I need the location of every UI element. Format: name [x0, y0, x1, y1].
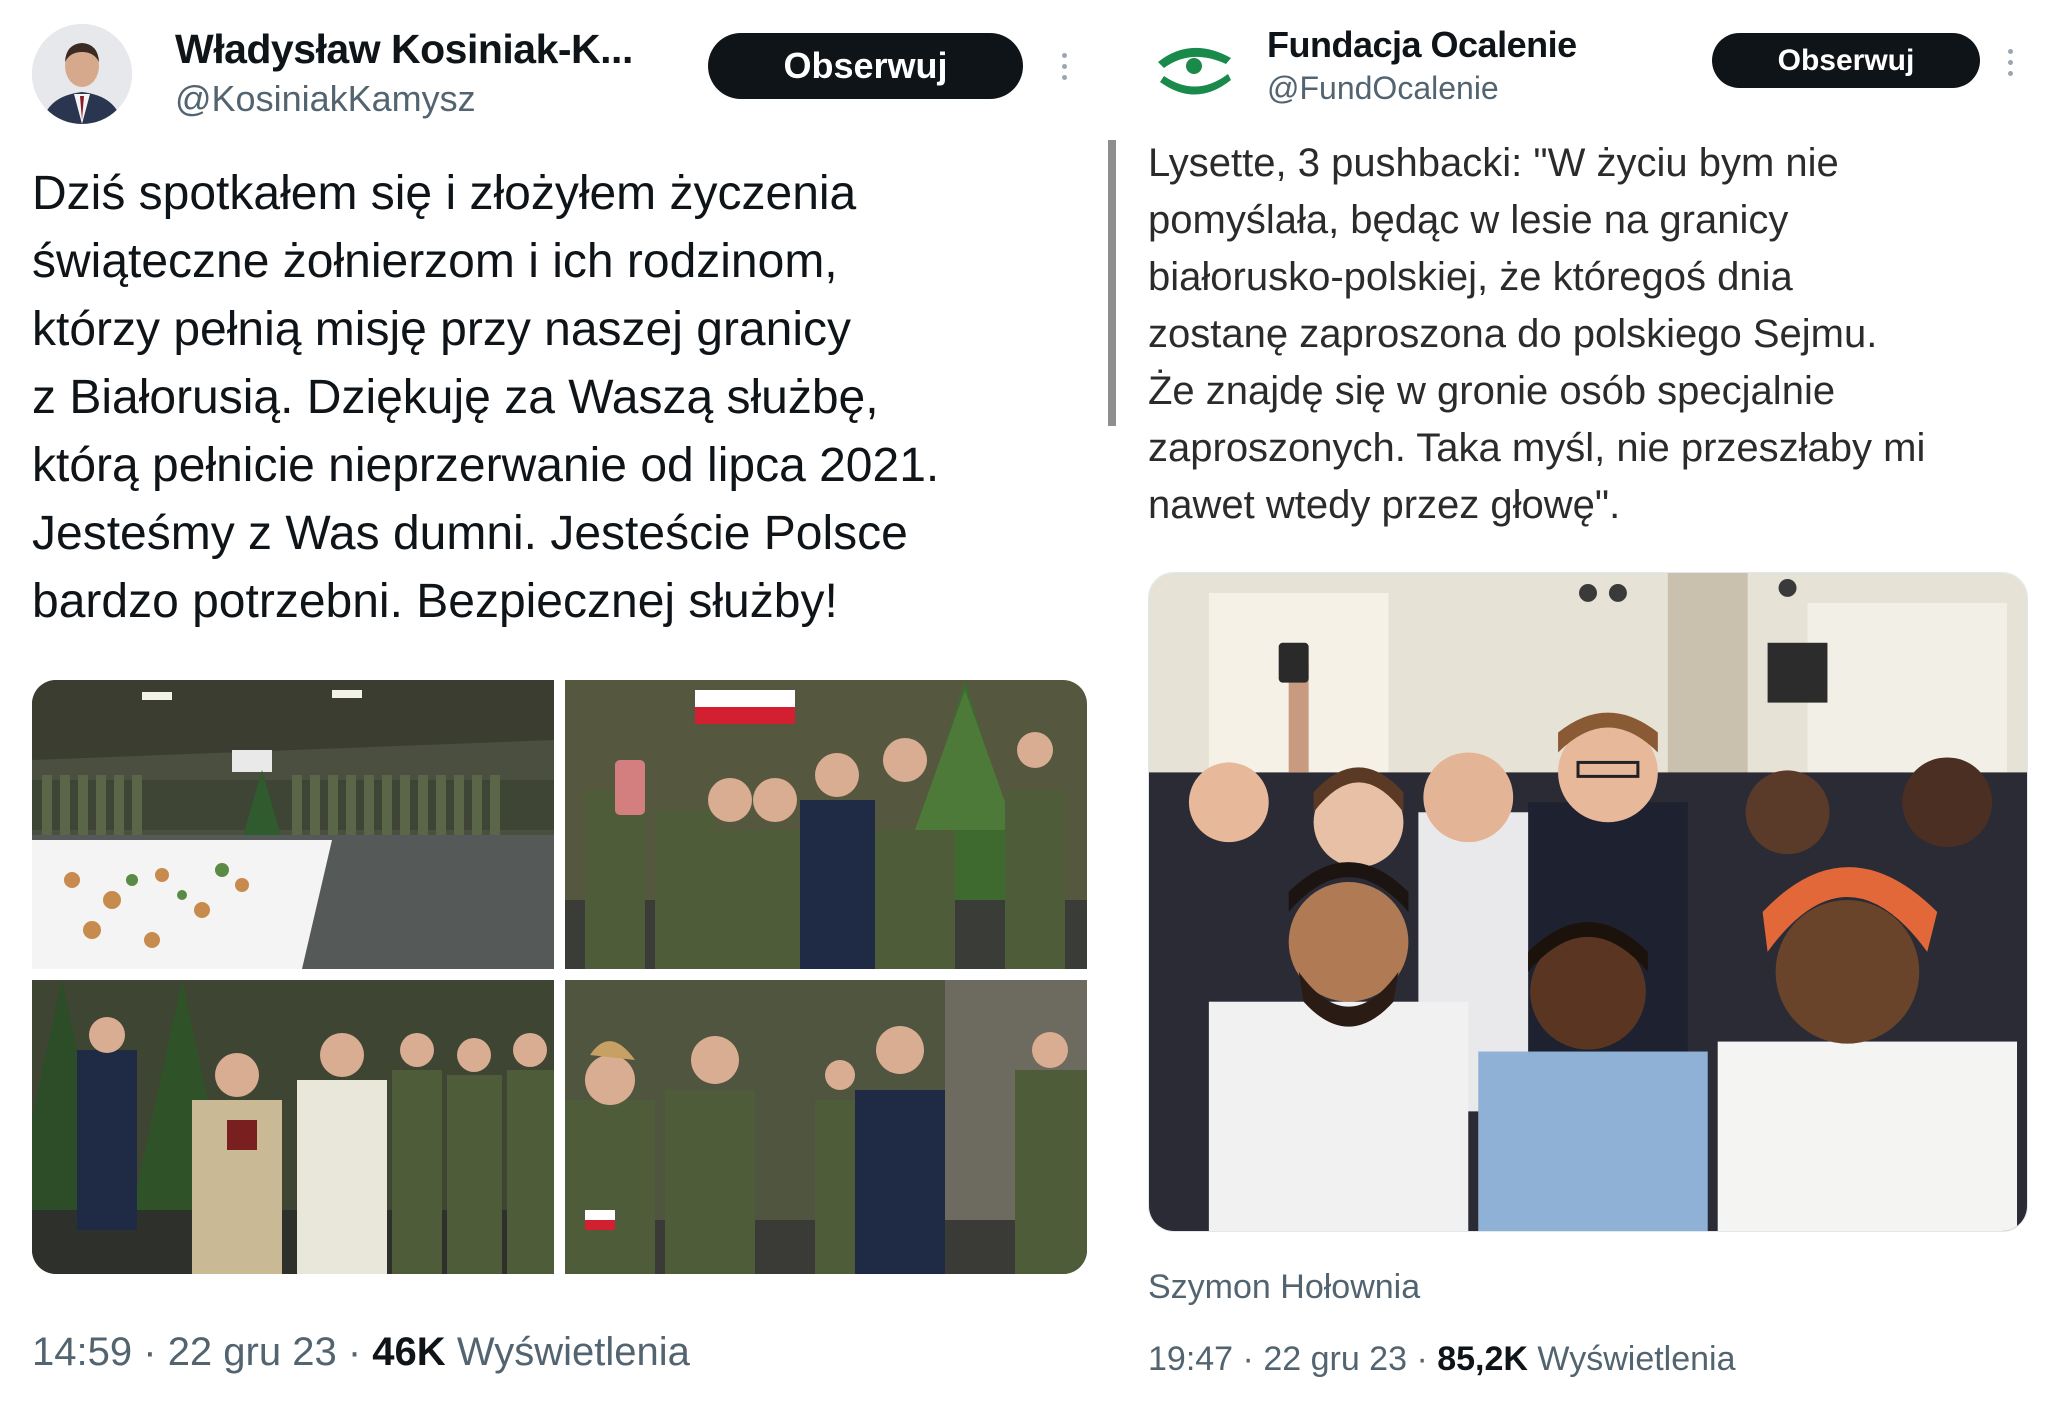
more-vertical-icon[interactable]	[2008, 46, 2013, 79]
author-name[interactable]: Fundacja Ocalenie	[1267, 24, 1577, 66]
photo-banquet-hall[interactable]	[32, 680, 554, 969]
photo-sejm-group[interactable]	[1148, 572, 2028, 1232]
views-label: Wyświetlenia	[456, 1330, 690, 1374]
views-count: 46K	[372, 1330, 446, 1374]
photo-grid[interactable]	[32, 680, 1087, 1274]
tweet-text: Dziś spotkałem się i złożyłem życzenia ś…	[32, 167, 940, 628]
photo-religious-ceremony[interactable]	[32, 980, 554, 1274]
tweet-text: Lysette, 3 pushbacki: "W życiu bym nie p…	[1148, 141, 1926, 527]
more-vertical-icon[interactable]	[1062, 50, 1067, 83]
tweet-time[interactable]: 14:59	[32, 1330, 132, 1374]
tweet-time[interactable]: 19:47	[1148, 1340, 1233, 1378]
tweet-meta: 14:59 · 22 gru 23 · 46K Wyświetlenia	[32, 1330, 690, 1375]
meta-separator: ·	[347, 1330, 362, 1374]
tweet-kosiniak[interactable]: Władysław Kosiniak-K... @KosiniakKamysz …	[0, 0, 1100, 1404]
avatar[interactable]	[32, 24, 132, 124]
author-handle[interactable]: @FundOcalenie	[1267, 70, 1499, 107]
meta-separator: ·	[1242, 1340, 1254, 1378]
tweet-date[interactable]: 22 gru 23	[1263, 1340, 1407, 1378]
fundacja-ocalenie-logo-icon[interactable]	[1146, 28, 1246, 108]
meta-separator: ·	[1416, 1340, 1428, 1378]
tweet-date[interactable]: 22 gru 23	[168, 1330, 337, 1374]
views-label: Wyświetlenia	[1537, 1340, 1736, 1378]
views-count: 85,2K	[1437, 1340, 1528, 1378]
tweet-meta: 19:47 · 22 gru 23 · 85,2K Wyświetlenia	[1148, 1340, 1736, 1379]
tweet-fundacja-ocalenie[interactable]: Fundacja Ocalenie @FundOcalenie Obserwuj…	[1100, 0, 2048, 1404]
author-handle[interactable]: @KosiniakKamysz	[175, 78, 476, 120]
follow-button[interactable]: Obserwuj	[1712, 33, 1980, 88]
follow-button[interactable]: Obserwuj	[708, 33, 1023, 99]
photo-handshake[interactable]	[565, 980, 1087, 1274]
quote-bar	[1108, 140, 1116, 426]
meta-separator: ·	[143, 1330, 157, 1374]
photo-selfie-with-soldiers[interactable]	[565, 680, 1087, 969]
author-name[interactable]: Władysław Kosiniak-K...	[175, 26, 633, 73]
photo-caption: Szymon Hołownia	[1148, 1268, 1421, 1306]
